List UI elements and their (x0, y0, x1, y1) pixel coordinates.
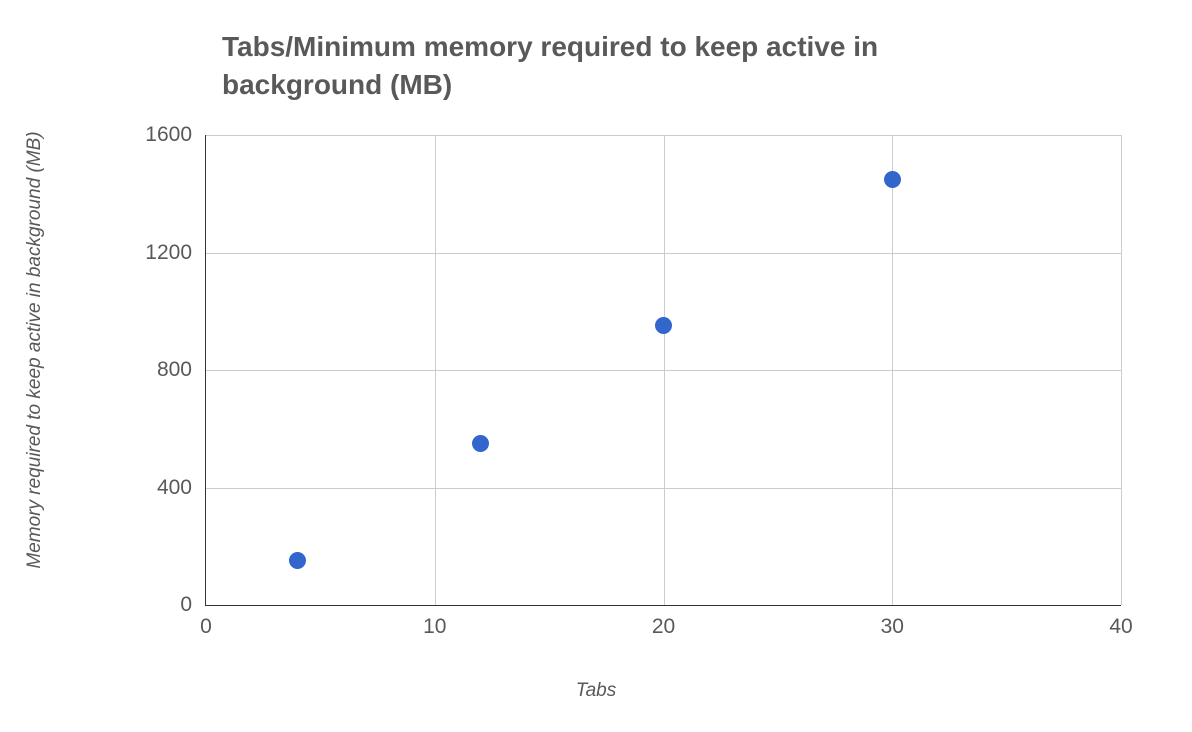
gridline-horizontal (206, 370, 1121, 371)
y-tick-label: 400 (157, 476, 206, 500)
y-axis-label: Memory required to keep active in backgr… (24, 131, 46, 568)
plot-area: 0 400 800 1200 1600 0 10 20 30 40 (205, 135, 1121, 606)
x-axis-label: Tabs (0, 680, 1192, 702)
x-tick-label: 20 (652, 605, 675, 639)
data-point (472, 435, 489, 452)
gridline-horizontal (206, 253, 1121, 254)
y-tick-label: 1600 (145, 123, 206, 147)
x-tick-label: 30 (881, 605, 904, 639)
scatter-chart: Tabs/Minimum memory required to keep act… (0, 0, 1192, 732)
x-tick-label: 40 (1109, 605, 1132, 639)
gridline-horizontal (206, 488, 1121, 489)
gridline-horizontal (206, 135, 1121, 136)
x-tick-label: 10 (423, 605, 446, 639)
data-point (655, 317, 672, 334)
chart-title: Tabs/Minimum memory required to keep act… (222, 28, 922, 104)
y-tick-label: 800 (157, 358, 206, 382)
x-tick-label: 0 (200, 605, 212, 639)
data-point (884, 171, 901, 188)
gridline-vertical (1121, 135, 1122, 605)
y-tick-label: 1200 (145, 241, 206, 265)
data-point (289, 552, 306, 569)
